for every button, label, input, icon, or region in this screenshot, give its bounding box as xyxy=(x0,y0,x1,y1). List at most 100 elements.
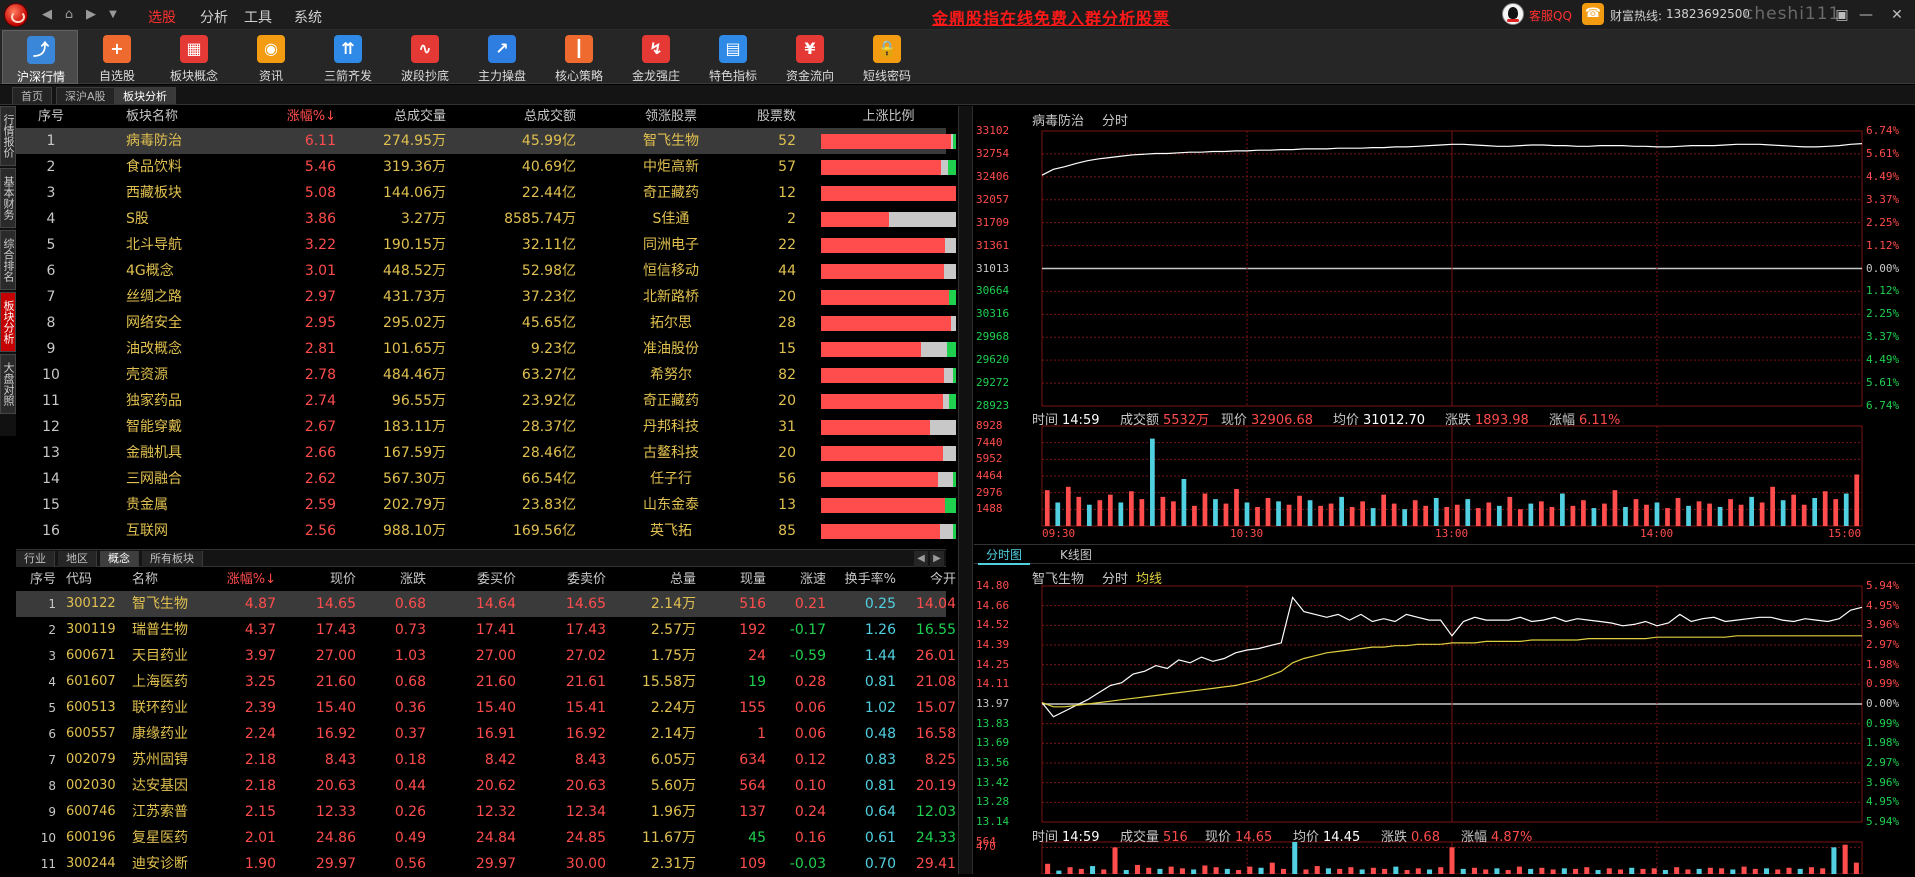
header-name[interactable]: 名称 xyxy=(132,569,158,591)
menu-select-stock[interactable]: 选股 xyxy=(148,7,176,27)
menu-analysis[interactable]: 分析 xyxy=(200,7,228,27)
sector-row[interactable]: 12 智能穿戴 2.67 183.11万 28.37亿 丹邦科技 31 xyxy=(16,414,956,440)
stock-row[interactable]: 5 600513 联环药业 2.39 15.40 0.36 15.40 15.41 2.24万 1… xyxy=(16,695,956,721)
leading-stock[interactable]: 北新路桥 xyxy=(596,284,746,310)
tab-concept[interactable]: 概念 xyxy=(100,551,139,567)
sector-row[interactable]: 8 网络安全 2.95 295.02万 45.65亿 拓尔思 28 xyxy=(16,310,956,336)
header-bid[interactable]: 委买价 xyxy=(426,569,516,591)
sector-row[interactable]: 6 4G概念 3.01 448.52万 52.98亿 恒信移动 44 xyxy=(16,258,956,284)
menu-tools[interactable]: 工具 xyxy=(244,7,272,27)
sector-row[interactable]: 2 食品饮料 5.46 319.36万 40.69亿 中炬高新 57 xyxy=(16,154,956,180)
sector-row[interactable]: 7 丝绸之路 2.97 431.73万 37.23亿 北新路桥 20 xyxy=(16,284,956,310)
header-speed[interactable]: 涨速 xyxy=(766,569,826,591)
header-open[interactable]: 今开 xyxy=(896,569,956,591)
leading-stock[interactable]: 拓尔思 xyxy=(596,310,746,336)
stock-row[interactable]: 1 300122 智飞生物 4.87 14.65 0.68 14.64 14.65 2.14万 5… xyxy=(16,591,956,617)
skin-icon[interactable]: ▣ xyxy=(1831,4,1853,26)
leading-stock[interactable]: S佳通 xyxy=(596,206,746,232)
header-seq[interactable]: 序号 xyxy=(16,106,86,128)
sector-row[interactable]: 16 互联网 2.56 988.10万 169.56亿 英飞拓 85 xyxy=(16,518,956,544)
tab-home[interactable]: 首页 xyxy=(12,87,52,104)
leading-stock[interactable]: 古鳌科技 xyxy=(596,440,746,466)
sector-row[interactable]: 4 S股 3.86 3.27万 8585.74万 S佳通 2 xyxy=(16,206,956,232)
minimize-icon[interactable]: — xyxy=(1855,4,1877,26)
vertical-tab-4[interactable]: 大盘对照 xyxy=(0,354,16,414)
tab-kline[interactable]: K线图 xyxy=(1052,545,1100,565)
header-up-ratio[interactable]: 上涨比例 xyxy=(821,106,956,128)
header-total-volume[interactable]: 总成交量 xyxy=(346,106,446,128)
close-icon[interactable]: ✕ xyxy=(1886,4,1908,26)
sector-row[interactable]: 14 三网融合 2.62 567.30万 66.54亿 任子行 56 xyxy=(16,466,956,492)
toolbar-button-11[interactable]: 🔒 短线密码 xyxy=(849,30,925,84)
splitter[interactable] xyxy=(958,106,973,874)
menu-system[interactable]: 系统 xyxy=(294,7,322,27)
toolbar-button-5[interactable]: ∿ 波段抄底 xyxy=(387,30,463,84)
home-icon[interactable]: ⌂ xyxy=(60,6,78,24)
header-seq[interactable]: 序号 xyxy=(16,569,56,591)
vertical-tab-3[interactable]: 板块分析 xyxy=(0,292,16,352)
header-sector-name[interactable]: 板块名称 xyxy=(126,106,178,128)
header-stock-count[interactable]: 股票数 xyxy=(736,106,796,128)
header-leading-stock[interactable]: 领涨股票 xyxy=(596,106,746,128)
forward-arrow-icon[interactable]: ▶ xyxy=(82,6,100,24)
tab-all-sectors[interactable]: 所有板块 xyxy=(142,551,203,567)
tab-region[interactable]: 地区 xyxy=(58,551,97,567)
stock-row[interactable]: 6 600557 康缘药业 2.24 16.92 0.37 16.91 16.92 2.14万 1… xyxy=(16,721,956,747)
header-change-pct[interactable]: 涨幅%↓ xyxy=(206,569,276,591)
leading-stock[interactable]: 奇正藏药 xyxy=(596,180,746,206)
leading-stock[interactable]: 英飞拓 xyxy=(596,518,746,544)
tab-industry[interactable]: 行业 xyxy=(16,551,55,567)
stock-row[interactable]: 9 600746 江苏索普 2.15 12.33 0.26 12.32 12.34 1.96万 1… xyxy=(16,799,956,825)
toolbar-button-0[interactable]: ⤴ 沪深行情 xyxy=(2,30,78,84)
toolbar-button-6[interactable]: ↗ 主力操盘 xyxy=(464,30,540,84)
sector-row[interactable]: 11 独家药品 2.74 96.55万 23.92亿 奇正藏药 20 xyxy=(16,388,956,414)
back-arrow-icon[interactable]: ◀ xyxy=(38,6,56,24)
stock-row[interactable]: 10 600196 复星医药 2.01 24.86 0.49 24.84 24.85 11.67… xyxy=(16,825,956,851)
dropdown-chevron-icon[interactable]: ▼ xyxy=(104,6,122,24)
toolbar-button-7[interactable]: ┃ 核心策略 xyxy=(541,30,617,84)
header-change-pct[interactable]: 涨幅%↓ xyxy=(246,106,336,128)
leading-stock[interactable]: 任子行 xyxy=(596,466,746,492)
toolbar-button-4[interactable]: ⇈ 三箭齐发 xyxy=(310,30,386,84)
leading-stock[interactable]: 丹邦科技 xyxy=(596,414,746,440)
stock-row[interactable]: 11 300244 迪安诊断 1.90 29.97 0.56 29.97 30.00 2.31万… xyxy=(16,851,956,877)
toolbar-button-9[interactable]: ▤ 特色指标 xyxy=(695,30,771,84)
tab-sh-sz-a[interactable]: 深沪A股 xyxy=(56,87,115,104)
header-change[interactable]: 涨跌 xyxy=(356,569,426,591)
qq-service-link[interactable]: 客服QQ xyxy=(1529,7,1572,24)
header-code[interactable]: 代码 xyxy=(66,569,92,591)
sector-row[interactable]: 5 北斗导航 3.22 190.15万 32.11亿 同洲电子 22 xyxy=(16,232,956,258)
sector-row[interactable]: 1 病毒防治 6.11 274.95万 45.99亿 智飞生物 52 xyxy=(16,128,956,154)
sector-row[interactable]: 10 壳资源 2.78 484.46万 63.27亿 希努尔 82 xyxy=(16,362,956,388)
header-price[interactable]: 现价 xyxy=(276,569,356,591)
vertical-tab-1[interactable]: 基本财务 xyxy=(0,168,16,228)
sector-row[interactable]: 15 贵金属 2.59 202.79万 23.83亿 山东金泰 13 xyxy=(16,492,956,518)
stock-row[interactable]: 7 002079 苏州固锝 2.18 8.43 0.18 8.42 8.43 6.05万 634 0… xyxy=(16,747,956,773)
scroll-right-icon[interactable]: ▶ xyxy=(930,551,944,567)
sector-row[interactable]: 3 西藏板块 5.08 144.06万 22.44亿 奇正藏药 12 xyxy=(16,180,956,206)
vertical-tab-2[interactable]: 综合排名 xyxy=(0,230,16,290)
toolbar-button-3[interactable]: ◉ 资讯 xyxy=(233,30,309,84)
stock-row[interactable]: 8 002030 达安基因 2.18 20.63 0.44 20.62 20.63 5.60万 5… xyxy=(16,773,956,799)
leading-stock[interactable]: 智飞生物 xyxy=(596,128,746,154)
leading-stock[interactable]: 准油股份 xyxy=(596,336,746,362)
qq-penguin-icon[interactable] xyxy=(1502,3,1524,25)
sector-row[interactable]: 13 金融机具 2.66 167.59万 28.46亿 古鳌科技 20 xyxy=(16,440,956,466)
vertical-tab-0[interactable]: 行情报价 xyxy=(0,106,16,166)
header-total-amount[interactable]: 总成交额 xyxy=(456,106,576,128)
toolbar-button-8[interactable]: ↯ 金龙强庄 xyxy=(618,30,694,84)
tab-sector-analysis[interactable]: 板块分析 xyxy=(114,87,176,104)
leading-stock[interactable]: 希努尔 xyxy=(596,362,746,388)
leading-stock[interactable]: 山东金泰 xyxy=(596,492,746,518)
header-turnover[interactable]: 换手率% xyxy=(826,569,896,591)
leading-stock[interactable]: 中炬高新 xyxy=(596,154,746,180)
leading-stock[interactable]: 同洲电子 xyxy=(596,232,746,258)
header-current-volume[interactable]: 现量 xyxy=(696,569,766,591)
stock-row[interactable]: 2 300119 瑞普生物 4.37 17.43 0.73 17.41 17.43 2.57万 1… xyxy=(16,617,956,643)
leading-stock[interactable]: 恒信移动 xyxy=(596,258,746,284)
sector-row[interactable]: 9 油改概念 2.81 101.65万 9.23亿 准油股份 15 xyxy=(16,336,956,362)
stock-row[interactable]: 3 600671 天目药业 3.97 27.00 1.03 27.00 27.02 1.75万 2… xyxy=(16,643,956,669)
toolbar-button-10[interactable]: ¥ 资金流向 xyxy=(772,30,848,84)
leading-stock[interactable]: 奇正藏药 xyxy=(596,388,746,414)
toolbar-button-1[interactable]: + 自选股 xyxy=(79,30,155,84)
